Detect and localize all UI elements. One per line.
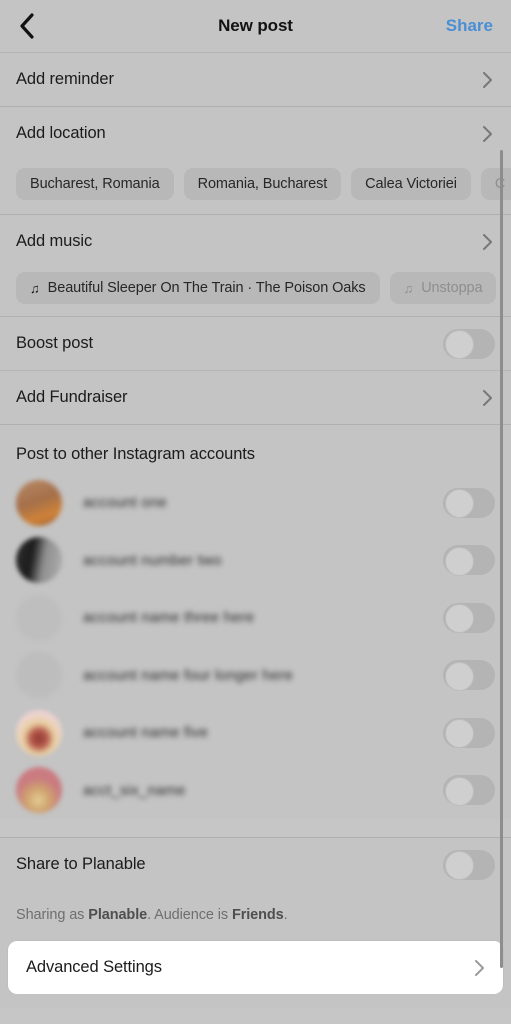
- location-chip[interactable]: C: [480, 168, 511, 200]
- sharing-audience: Friends: [231, 907, 284, 923]
- account-toggle[interactable]: [443, 487, 495, 519]
- location-chip[interactable]: Calea Victoriei: [351, 168, 471, 200]
- avatar: [16, 652, 62, 699]
- account-toggle[interactable]: [443, 660, 495, 691]
- chevron-right-icon: [479, 125, 495, 142]
- bottom-spacer: [0, 994, 511, 1008]
- account-toggle[interactable]: [443, 775, 495, 806]
- boost-post-toggle[interactable]: [443, 328, 495, 359]
- account-row[interactable]: account one: [0, 474, 511, 532]
- sharing-as-note: Sharing as Planable. Audience is Friends…: [0, 891, 511, 941]
- app-header: New post Share: [0, 0, 511, 53]
- music-chip-label: Beautiful Sleeper On The Train · The Poi…: [47, 280, 366, 296]
- new-post-share-screen: New post Share Add reminder Add location…: [0, 0, 511, 1024]
- chevron-right-icon: [479, 233, 495, 250]
- sharing-as-suffix: .: [283, 907, 288, 923]
- location-chip-label: Bucharest, Romania: [30, 176, 160, 192]
- avatar: [16, 767, 62, 814]
- account-username: account name three here: [83, 609, 255, 627]
- accounts-section-title: Post to other Instagram accounts: [0, 425, 511, 474]
- avatar: [16, 709, 62, 756]
- account-row[interactable]: account name five: [0, 704, 511, 762]
- advanced-settings-label: Advanced Settings: [26, 958, 162, 976]
- account-toggle[interactable]: [443, 545, 495, 576]
- back-button[interactable]: [0, 0, 54, 53]
- share-button[interactable]: Share: [446, 16, 493, 36]
- account-username: acct_six_name: [83, 781, 186, 799]
- account-row[interactable]: account number two: [0, 531, 511, 589]
- vertical-scrollbar[interactable]: [499, 150, 503, 968]
- row-add-reminder[interactable]: Add reminder: [0, 53, 511, 106]
- avatar: [16, 537, 62, 584]
- account-username: account number two: [83, 551, 222, 569]
- advanced-settings-container: Advanced Settings: [0, 941, 511, 994]
- location-suggestion-chips[interactable]: Bucharest, Romania Romania, Bucharest Ca…: [0, 160, 511, 214]
- sharing-as-middle: . Audience is: [147, 907, 232, 923]
- chevron-right-icon: [479, 389, 495, 406]
- chevron-right-icon: [479, 71, 495, 88]
- music-chip[interactable]: ♫ Beautiful Sleeper On The Train · The P…: [16, 272, 380, 304]
- location-chip[interactable]: Bucharest, Romania: [16, 168, 174, 200]
- add-music-label: Add music: [16, 232, 93, 250]
- row-add-fundraiser[interactable]: Add Fundraiser: [0, 371, 511, 424]
- sharing-as-profile: Planable: [88, 907, 148, 923]
- music-note-icon: ♫: [30, 280, 40, 296]
- account-username: account one: [83, 494, 167, 512]
- account-toggle[interactable]: [443, 602, 495, 634]
- avatar: [16, 479, 62, 526]
- chevron-left-icon: [19, 12, 36, 40]
- chevron-right-icon: [471, 959, 487, 976]
- music-suggestion-chips[interactable]: ♫ Beautiful Sleeper On The Train · The P…: [0, 268, 511, 316]
- location-chip-label: Romania, Bucharest: [197, 176, 328, 192]
- row-share-to-planable[interactable]: Share to Planable: [0, 838, 511, 891]
- row-boost-post[interactable]: Boost post: [0, 317, 511, 370]
- share-to-planable-toggle[interactable]: [443, 849, 495, 880]
- row-advanced-settings[interactable]: Advanced Settings: [8, 941, 503, 994]
- sharing-as-prefix: Sharing as: [16, 907, 89, 923]
- account-row[interactable]: acct_six_name: [0, 761, 511, 819]
- music-note-icon: ♫: [403, 280, 414, 296]
- boost-post-label: Boost post: [16, 334, 93, 352]
- account-username: account name five: [83, 724, 209, 742]
- account-toggle[interactable]: [443, 717, 495, 749]
- location-chip[interactable]: Romania, Bucharest: [183, 168, 342, 200]
- account-username: account name four longer here: [83, 666, 294, 684]
- add-reminder-label: Add reminder: [16, 70, 114, 88]
- avatar: [16, 594, 62, 641]
- row-add-location[interactable]: Add location: [0, 107, 511, 160]
- music-chip-label: Unstoppa: [421, 280, 483, 296]
- account-row[interactable]: account name three here: [0, 589, 511, 647]
- music-chip[interactable]: ♫ Unstoppa: [389, 272, 497, 304]
- page-title: New post: [218, 16, 293, 35]
- add-location-label: Add location: [16, 124, 106, 142]
- share-to-planable-label: Share to Planable: [16, 855, 146, 873]
- account-row[interactable]: account name four longer here: [0, 646, 511, 704]
- add-fundraiser-label: Add Fundraiser: [16, 388, 128, 406]
- location-chip-label: Calea Victoriei: [365, 176, 457, 192]
- row-add-music[interactable]: Add music: [0, 215, 511, 268]
